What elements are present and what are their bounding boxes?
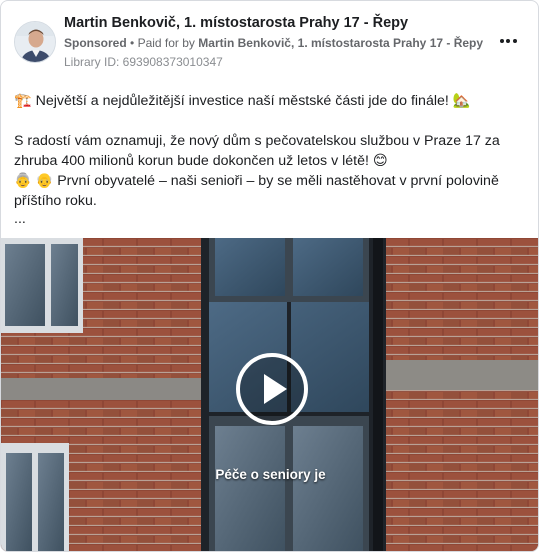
post-text-line: 👵 👴 První obyvatelé – naši senioři – by … (14, 173, 499, 189)
post-text-line: S radostí vám oznamuji, že nový dům s pe… (14, 133, 500, 149)
ad-card: Martin Benkovič, 1. místostarosta Prahy … (0, 0, 539, 552)
paid-for-prefix: Paid for by (137, 36, 195, 50)
meta-separator: • (130, 36, 135, 50)
play-icon (264, 374, 287, 404)
post-header: Martin Benkovič, 1. místostarosta Prahy … (1, 1, 538, 81)
page-name[interactable]: Martin Benkovič, 1. místostarosta Prahy … (64, 15, 408, 31)
video-caption: Péče o seniory je (215, 467, 326, 482)
post-text-line: zhruba 400 milionů korun bude dokončen u… (14, 153, 388, 169)
library-id: Library ID: 693908373010347 (64, 55, 223, 69)
sponsored-line: Sponsored • Paid for by Martin Benkovič,… (64, 36, 483, 50)
see-more-ellipsis[interactable]: ... (14, 211, 529, 227)
post-text-line: příštího roku. (14, 193, 97, 209)
post-text-line: 🏗️ Největší a nejdůležitější investice n… (14, 93, 471, 109)
sponsored-label: Sponsored (64, 36, 127, 50)
more-options-icon[interactable] (496, 31, 520, 51)
play-button[interactable] (236, 353, 308, 425)
avatar[interactable] (14, 21, 56, 63)
paid-for-name[interactable]: Martin Benkovič, 1. místostarosta Prahy … (198, 36, 483, 50)
post-text: 🏗️ Největší a nejdůležitější investice n… (14, 91, 529, 227)
